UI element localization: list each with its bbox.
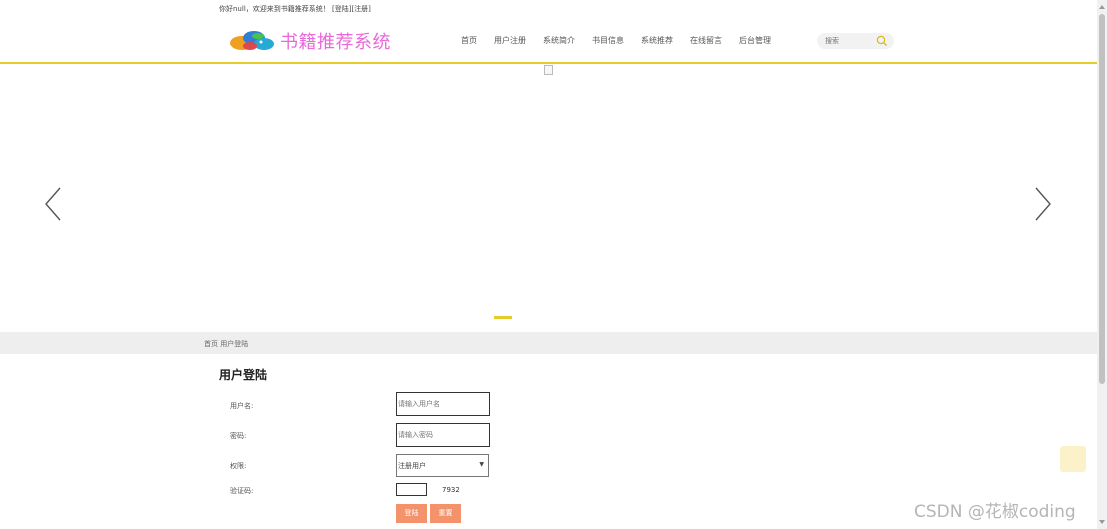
nav-item-register[interactable]: 用户注册	[494, 35, 526, 46]
nav-item-about[interactable]: 系统简介	[543, 35, 575, 46]
search-icon[interactable]	[876, 35, 888, 47]
carousel-prev-icon[interactable]	[42, 184, 66, 224]
role-select-value: 注册用户	[398, 462, 426, 470]
breadcrumb-bar: 首页 用户登陆	[0, 332, 1097, 354]
username-label: 用户名:	[230, 402, 254, 410]
nav-item-recommend[interactable]: 系统推荐	[641, 35, 673, 46]
site-logo[interactable]: 书籍推荐系统	[228, 28, 391, 54]
back-to-top-button[interactable]	[1060, 446, 1086, 472]
breadcrumb: 首页 用户登陆	[204, 340, 249, 348]
scroll-up-icon[interactable]	[1099, 3, 1105, 11]
banner-carousel	[0, 64, 1097, 332]
page-title: 用户登陆	[219, 368, 268, 382]
carousel-next-icon[interactable]	[1030, 184, 1054, 224]
username-field[interactable]	[396, 392, 490, 416]
watermark: CSDN @花椒coding	[914, 502, 1076, 522]
page-scrollbar[interactable]	[1097, 0, 1107, 529]
login-button[interactable]: 登陆	[396, 504, 427, 523]
captcha-input[interactable]	[396, 483, 427, 496]
scrollbar-thumb[interactable]	[1099, 14, 1105, 384]
search-box	[817, 33, 894, 49]
nav-item-admin[interactable]: 后台管理	[739, 35, 771, 46]
scroll-down-icon[interactable]	[1099, 518, 1105, 526]
logo-icon	[228, 28, 278, 54]
chevron-down-icon: ▼	[479, 461, 484, 468]
password-field[interactable]	[396, 423, 490, 447]
reset-button[interactable]: 重置	[430, 504, 461, 523]
welcome-text: 你好null，欢迎来到书籍推荐系统！ [登陆][注册]	[219, 5, 371, 13]
nav-item-books[interactable]: 书目信息	[592, 35, 624, 46]
role-select[interactable]: 注册用户 ▼	[396, 454, 489, 477]
main-nav: 首页 用户注册 系统简介 书目信息 系统推荐 在线留言 后台管理	[461, 35, 788, 46]
site-title: 书籍推荐系统	[280, 32, 391, 53]
carousel-indicator[interactable]	[494, 316, 512, 319]
broken-image-icon	[544, 65, 553, 75]
search-input[interactable]	[825, 36, 875, 46]
captcha-label: 验证码:	[230, 487, 254, 495]
captcha-code[interactable]: 7932	[442, 486, 460, 494]
nav-item-messages[interactable]: 在线留言	[690, 35, 722, 46]
password-label: 密码:	[230, 432, 247, 440]
nav-item-home[interactable]: 首页	[461, 35, 477, 46]
role-label: 权限:	[230, 462, 247, 470]
